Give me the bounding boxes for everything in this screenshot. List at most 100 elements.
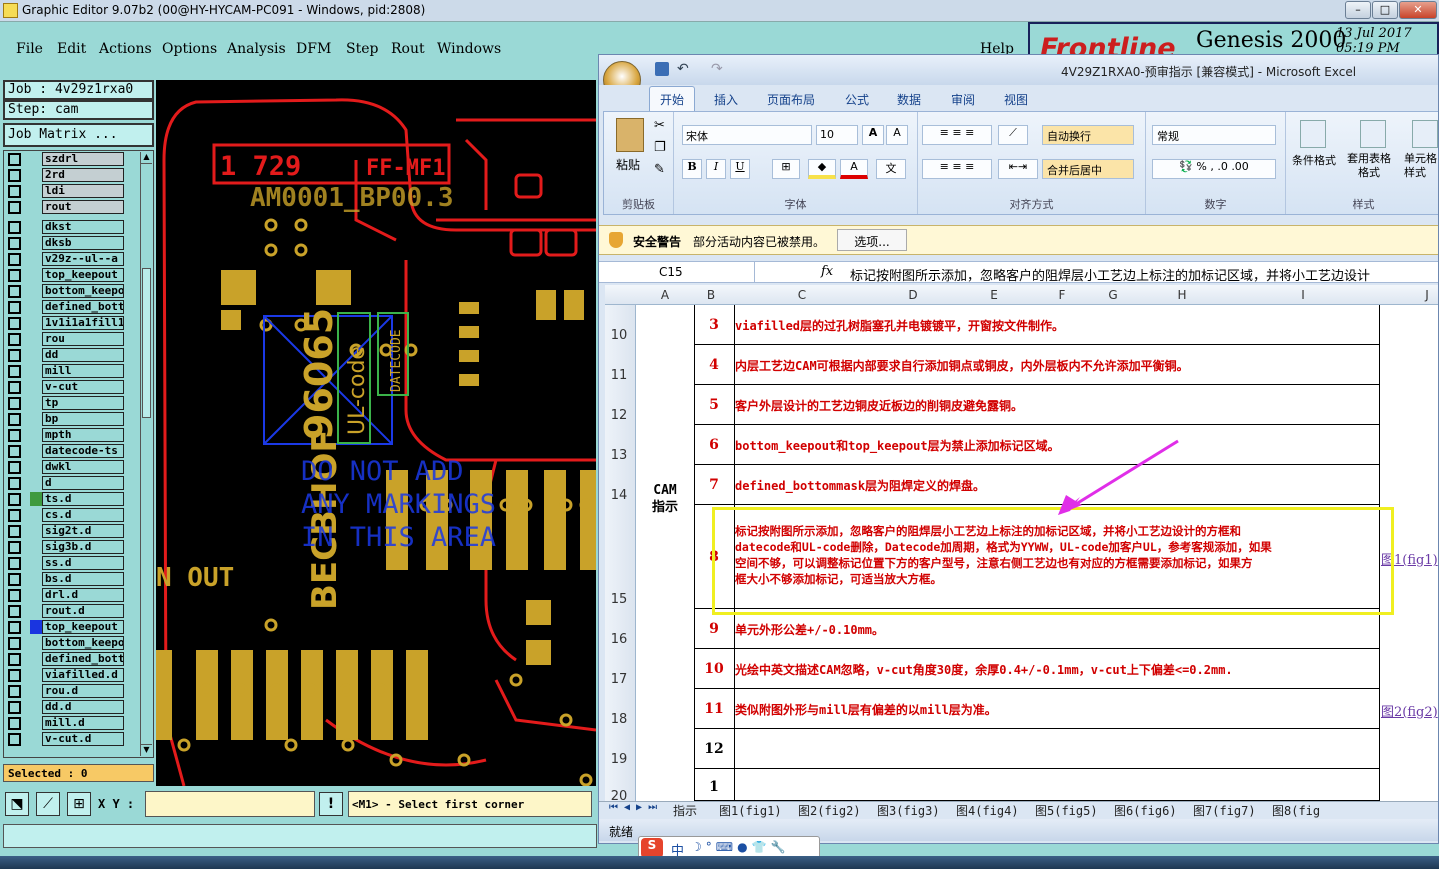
layer-checkbox[interactable] — [8, 317, 21, 330]
layer-row[interactable]: v29z--ul--a — [4, 251, 144, 267]
layer-row[interactable]: rou.d — [4, 683, 144, 699]
layer-row[interactable]: v-cut — [4, 379, 144, 395]
col-f[interactable]: F — [1052, 288, 1072, 302]
menu-rout[interactable]: Rout — [391, 41, 425, 57]
row-hdr-11[interactable]: 11 — [605, 368, 633, 383]
instruction-row[interactable]: 6 bottom_keepout和top_keepout层为禁止添加标记区域。 — [695, 425, 1380, 465]
layer-row[interactable]: 1v1i1a1fill1 — [4, 315, 144, 331]
row-hdr-13[interactable]: 13 — [605, 448, 633, 463]
layer-checkbox[interactable] — [8, 349, 21, 362]
layer-checkbox[interactable] — [8, 493, 21, 506]
layer-row[interactable]: dd — [4, 347, 144, 363]
sheet-tab-3[interactable]: 图3(fig3) — [877, 802, 940, 819]
layer-row[interactable]: sig3b.d — [4, 539, 144, 555]
sheet-nav-icons[interactable]: ⏮ ◀ ▶ ⏭ — [609, 802, 657, 813]
col-b[interactable]: B — [701, 288, 721, 302]
layer-checkbox[interactable] — [8, 557, 21, 570]
layer-checkbox[interactable] — [8, 429, 21, 442]
tab-view[interactable]: 视图 — [1004, 91, 1028, 108]
layer-row[interactable]: szdrl — [4, 151, 144, 167]
layer-row[interactable]: ts.d — [4, 491, 144, 507]
layer-checkbox[interactable] — [8, 301, 21, 314]
tab-home[interactable]: 开始 — [649, 86, 696, 111]
col-e[interactable]: E — [984, 288, 1004, 302]
layer-row[interactable]: mill — [4, 363, 144, 379]
number-format-select[interactable]: 常规 — [1152, 125, 1276, 145]
col-h[interactable]: H — [1172, 288, 1192, 302]
font-size-select[interactable]: 10 — [816, 125, 858, 145]
layer-checkbox[interactable] — [8, 365, 21, 378]
sheet-tab-8[interactable]: 图8(fig — [1272, 802, 1320, 819]
layer-row[interactable]: defined_bottommask — [4, 651, 144, 667]
instruction-row[interactable]: 12 — [695, 729, 1380, 769]
menu-file[interactable]: File — [16, 41, 43, 57]
format-painter-icon[interactable]: ✎ — [654, 162, 665, 177]
phonetic-icon[interactable]: 文 — [876, 159, 906, 179]
merge-center-button[interactable]: 合并后居中 — [1042, 159, 1134, 179]
undo-icon[interactable]: ↶ — [677, 61, 689, 77]
col-j[interactable]: J — [1417, 288, 1437, 302]
layer-row[interactable]: bs.d — [4, 571, 144, 587]
layer-checkbox[interactable] — [8, 541, 21, 554]
layer-row[interactable]: dd.d — [4, 699, 144, 715]
layer-checkbox[interactable] — [8, 573, 21, 586]
layer-checkbox[interactable] — [8, 285, 21, 298]
row-hdr-15[interactable]: 15 — [605, 592, 633, 607]
layer-checkbox[interactable] — [8, 605, 21, 618]
layer-row[interactable]: ss.d — [4, 555, 144, 571]
menu-edit[interactable]: Edit — [57, 41, 86, 57]
layer-row[interactable]: viafilled.d — [4, 667, 144, 683]
layer-checkbox[interactable] — [8, 637, 21, 650]
row-hdr-18[interactable]: 18 — [605, 712, 633, 727]
underline-icon[interactable]: U — [730, 159, 750, 179]
layer-checkbox[interactable] — [8, 169, 21, 182]
fill-color-icon[interactable]: ◆ — [808, 159, 836, 179]
layer-row[interactable]: mpth — [4, 427, 144, 443]
italic-icon[interactable]: I — [706, 159, 726, 179]
layer-row[interactable]: tp — [4, 395, 144, 411]
instruction-row[interactable]: 5 客户外层设计的工艺边铜皮近板边的削铜皮避免露铜。 — [695, 385, 1380, 425]
row-hdr-14[interactable]: 14 — [605, 488, 633, 503]
paste-label[interactable]: 粘贴 — [616, 156, 640, 173]
layer-row[interactable]: bp — [4, 411, 144, 427]
layer-checkbox[interactable] — [8, 621, 21, 634]
worksheet-grid[interactable]: CAM 指示 3 viafilled层的过孔树脂塞孔并电镀镀平，开窗按文件制作。 4… — [636, 305, 1438, 801]
shrink-font-icon[interactable]: A — [886, 125, 908, 145]
layer-row[interactable]: bottom_keepout — [4, 283, 144, 299]
cell-style-label[interactable]: 单元格样式 — [1404, 152, 1438, 182]
layer-row[interactable]: d — [4, 475, 144, 491]
layer-checkbox[interactable] — [8, 685, 21, 698]
row-hdr-10[interactable]: 10 — [605, 328, 633, 343]
layer-checkbox[interactable] — [8, 477, 21, 490]
instruction-row[interactable]: 10 光绘中英文描述CAM忽略，v-cut角度30度，余厚0.4+/-0.1mm，… — [695, 649, 1380, 689]
layer-checkbox[interactable] — [8, 525, 21, 538]
row-hdr-17[interactable]: 17 — [605, 672, 633, 687]
zoom-window-tool[interactable]: ⬔ — [5, 792, 29, 816]
col-g[interactable]: G — [1103, 288, 1123, 302]
layer-checkbox[interactable] — [8, 221, 21, 234]
layer-scrollbar[interactable]: ▲ ▼ — [140, 152, 152, 756]
tab-data[interactable]: 数据 — [897, 91, 921, 108]
sheet-tab-1[interactable]: 图1(fig1) — [719, 802, 782, 819]
tab-formulas[interactable]: 公式 — [845, 91, 869, 108]
wrap-text-button[interactable]: 自动换行 — [1042, 125, 1134, 145]
menu-step[interactable]: Step — [346, 41, 378, 57]
layer-checkbox[interactable] — [8, 333, 21, 346]
sheet-tab-6[interactable]: 图6(fig6) — [1114, 802, 1177, 819]
layer-checkbox[interactable] — [8, 397, 21, 410]
layer-checkbox[interactable] — [8, 413, 21, 426]
orientation-icon[interactable]: ⟋ — [998, 125, 1028, 145]
ime-tool-icons[interactable]: ☽°⌨●👕🔧 — [691, 840, 789, 854]
col-i[interactable]: I — [1293, 288, 1313, 302]
conditional-format-label[interactable]: 条件格式 — [1292, 152, 1336, 168]
horizontal-align-icons[interactable]: ≡ ≡ ≡ — [922, 159, 992, 179]
layer-checkbox[interactable] — [8, 653, 21, 666]
layer-row[interactable]: drl.d — [4, 587, 144, 603]
row-hdr-12[interactable]: 12 — [605, 408, 633, 423]
font-color-icon[interactable]: A — [840, 159, 868, 179]
col-c[interactable]: C — [792, 288, 812, 302]
border-icon[interactable]: ⊞ — [772, 159, 800, 179]
name-box[interactable]: C15 — [605, 262, 755, 282]
vertical-align-icons[interactable]: ≡ ≡ ≡ — [922, 125, 992, 145]
instruction-row[interactable]: 4 内层工艺边CAM可根据内部要求自行添加铜点或铜皮，内外层板内不允许添加平衡铜。 — [695, 345, 1380, 385]
